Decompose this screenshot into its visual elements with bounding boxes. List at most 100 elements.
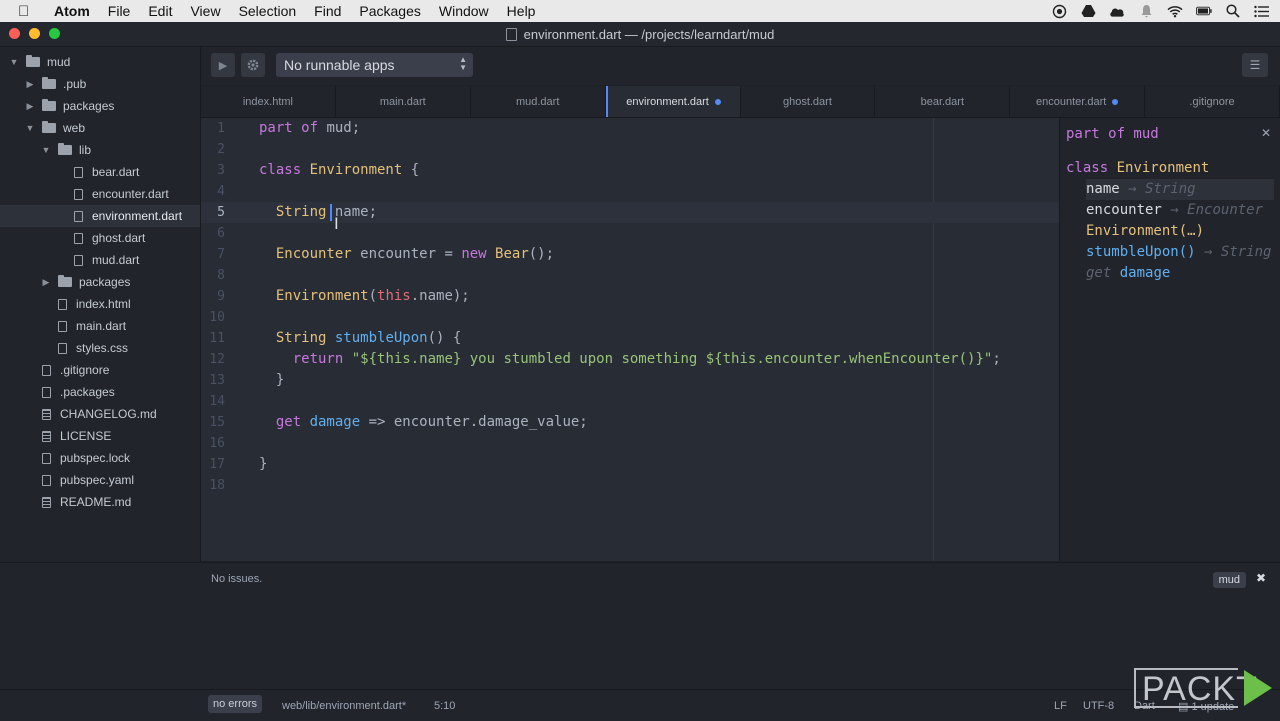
menu-packages[interactable]: Packages xyxy=(359,3,420,19)
code-line[interactable]: 7 Encounter encounter = new Bear(); xyxy=(201,244,1059,265)
tree-item-label: lib xyxy=(79,143,92,157)
code-line[interactable]: 4 xyxy=(201,181,1059,202)
code-line[interactable]: 10 xyxy=(201,307,1059,328)
tree-folder-web[interactable]: ▼ web xyxy=(0,117,200,139)
code-line[interactable]: 1 part of mud; xyxy=(201,118,1059,139)
chevron-right-icon[interactable]: ▶ xyxy=(24,101,36,112)
file-encoding[interactable]: UTF-8 xyxy=(1083,700,1114,712)
tree-file-styles-css[interactable]: styles.css xyxy=(0,337,200,359)
outline-class[interactable]: class Environment xyxy=(1066,158,1209,179)
code-line[interactable]: 11 String stumbleUpon() { xyxy=(201,328,1059,349)
code-line[interactable]: 17} xyxy=(201,454,1059,475)
menu-file[interactable]: File xyxy=(108,3,131,19)
outline-member[interactable]: Environment(…) xyxy=(1086,221,1204,242)
tree-file-packages[interactable]: .packages xyxy=(0,381,200,403)
code-line[interactable]: 6 xyxy=(201,223,1059,244)
tab-encounter-dart[interactable]: encounter.dart xyxy=(1010,86,1146,117)
tree-file-pubspec-lock[interactable]: pubspec.lock xyxy=(0,447,200,469)
code-line[interactable]: 15 get damage => encounter.damage_value; xyxy=(201,412,1059,433)
tree-file-encounter-dart[interactable]: encounter.dart xyxy=(0,183,200,205)
record-icon[interactable] xyxy=(1051,3,1067,19)
tree-folder-packages[interactable]: ▶ packages xyxy=(0,271,200,293)
code-line[interactable]: 9 Environment(this.name); xyxy=(201,286,1059,307)
tree-folder-mud[interactable]: ▼ mud xyxy=(0,51,200,73)
code-line[interactable]: 16 xyxy=(201,433,1059,454)
wifi-icon[interactable] xyxy=(1167,3,1183,19)
close-issues-icon[interactable]: ✖ xyxy=(1256,571,1266,585)
run-button[interactable]: ▶ xyxy=(211,53,235,77)
modified-dot-icon[interactable] xyxy=(714,98,721,105)
chevron-right-icon[interactable]: ▶ xyxy=(24,79,36,90)
code-line[interactable]: 8 xyxy=(201,265,1059,286)
tab-gitignore[interactable]: .gitignore xyxy=(1145,86,1280,117)
notification-center-icon[interactable] xyxy=(1254,3,1270,19)
menu-window[interactable]: Window xyxy=(439,3,489,19)
cursor-position[interactable]: 5:10 xyxy=(434,700,455,712)
menu-selection[interactable]: Selection xyxy=(239,3,297,19)
menu-edit[interactable]: Edit xyxy=(148,3,172,19)
project-badge[interactable]: mud xyxy=(1212,572,1246,588)
tab-main-dart[interactable]: main.dart xyxy=(336,86,471,117)
tree-file-gitignore[interactable]: .gitignore xyxy=(0,359,200,381)
status-file-path[interactable]: web/lib/environment.dart* xyxy=(282,700,406,712)
tree-file-environment-dart[interactable]: environment.dart xyxy=(0,205,200,227)
chevron-down-icon[interactable]: ▼ xyxy=(40,145,52,155)
outline-member[interactable]: get damage xyxy=(1086,263,1170,284)
chevron-down-icon[interactable]: ▼ xyxy=(24,123,36,133)
tree-file-ghost-dart[interactable]: ghost.dart xyxy=(0,227,200,249)
code-line[interactable]: 2 xyxy=(201,139,1059,160)
run-settings-button[interactable] xyxy=(241,53,265,77)
outline-member[interactable]: stumbleUpon() → String xyxy=(1086,242,1271,263)
tree-file-bear-dart[interactable]: bear.dart xyxy=(0,161,200,183)
battery-icon[interactable] xyxy=(1196,3,1212,19)
tree-file-index-html[interactable]: index.html xyxy=(0,293,200,315)
notification-bell-icon[interactable] xyxy=(1138,3,1154,19)
tree-file-mud-dart[interactable]: mud.dart xyxy=(0,249,200,271)
line-ending[interactable]: LF xyxy=(1054,700,1067,712)
code-line[interactable]: 18 xyxy=(201,475,1059,496)
toggle-outline-button[interactable]: ☰ xyxy=(1242,53,1268,77)
spotlight-search-icon[interactable] xyxy=(1225,3,1241,19)
code-editor[interactable]: 1 part of mud; 2 3 class Environment {4 5 Str… xyxy=(201,118,1059,561)
drive-icon[interactable] xyxy=(1080,3,1096,19)
tree-file-license[interactable]: LICENSE xyxy=(0,425,200,447)
outline-member[interactable]: encounter → Encounter xyxy=(1086,200,1263,221)
error-count-badge[interactable]: no errors xyxy=(208,695,263,713)
menu-help[interactable]: Help xyxy=(507,3,536,19)
code-line[interactable]: 5 String name; xyxy=(201,202,1059,223)
code-line[interactable]: 14 xyxy=(201,391,1059,412)
close-window-button[interactable] xyxy=(9,28,20,39)
tree-folder-packages[interactable]: ▶ packages xyxy=(0,95,200,117)
tab-mud-dart[interactable]: mud.dart xyxy=(471,86,606,117)
chevron-right-icon[interactable]: ▶ xyxy=(40,277,52,288)
tree-folder-pub[interactable]: ▶ .pub xyxy=(0,73,200,95)
tree-file-changelog-md[interactable]: CHANGELOG.md xyxy=(0,403,200,425)
tab-bear-dart[interactable]: bear.dart xyxy=(875,86,1011,117)
zoom-window-button[interactable] xyxy=(49,28,60,39)
code-line[interactable]: 12 return "${this.name} you stumbled upo… xyxy=(201,349,1059,370)
runnable-apps-select[interactable]: No runnable apps ▲ ▼ xyxy=(276,53,473,77)
modified-dot-icon[interactable] xyxy=(1112,98,1119,105)
tab-ghost-dart[interactable]: ghost.dart xyxy=(741,86,876,117)
tree-folder-lib[interactable]: ▼ lib xyxy=(0,139,200,161)
tree-file-readme-md[interactable]: README.md xyxy=(0,491,200,513)
outline-member[interactable]: name → String xyxy=(1086,179,1274,200)
menu-find[interactable]: Find xyxy=(314,3,341,19)
menu-view[interactable]: View xyxy=(190,3,220,19)
chevron-down-icon[interactable]: ▼ xyxy=(8,57,20,67)
tree-file-pubspec-yaml[interactable]: pubspec.yaml xyxy=(0,469,200,491)
tree-file-main-dart[interactable]: main.dart xyxy=(0,315,200,337)
menu-atom[interactable]: Atom xyxy=(54,3,90,19)
line-number: 10 xyxy=(209,310,225,325)
creative-cloud-icon[interactable] xyxy=(1109,3,1125,19)
minimize-window-button[interactable] xyxy=(29,28,40,39)
tab-environment-dart[interactable]: environment.dart xyxy=(605,86,741,117)
code-line[interactable]: 3 class Environment { xyxy=(201,160,1059,181)
runnable-apps-value: No runnable apps xyxy=(284,57,395,73)
code-line[interactable]: 13 } xyxy=(201,370,1059,391)
tab-label: bear.dart xyxy=(920,95,965,108)
tab-index-html[interactable]: index.html xyxy=(201,86,336,117)
close-outline-icon[interactable]: ✕ xyxy=(1261,126,1271,140)
apple-menu-icon[interactable]:  xyxy=(18,3,36,20)
